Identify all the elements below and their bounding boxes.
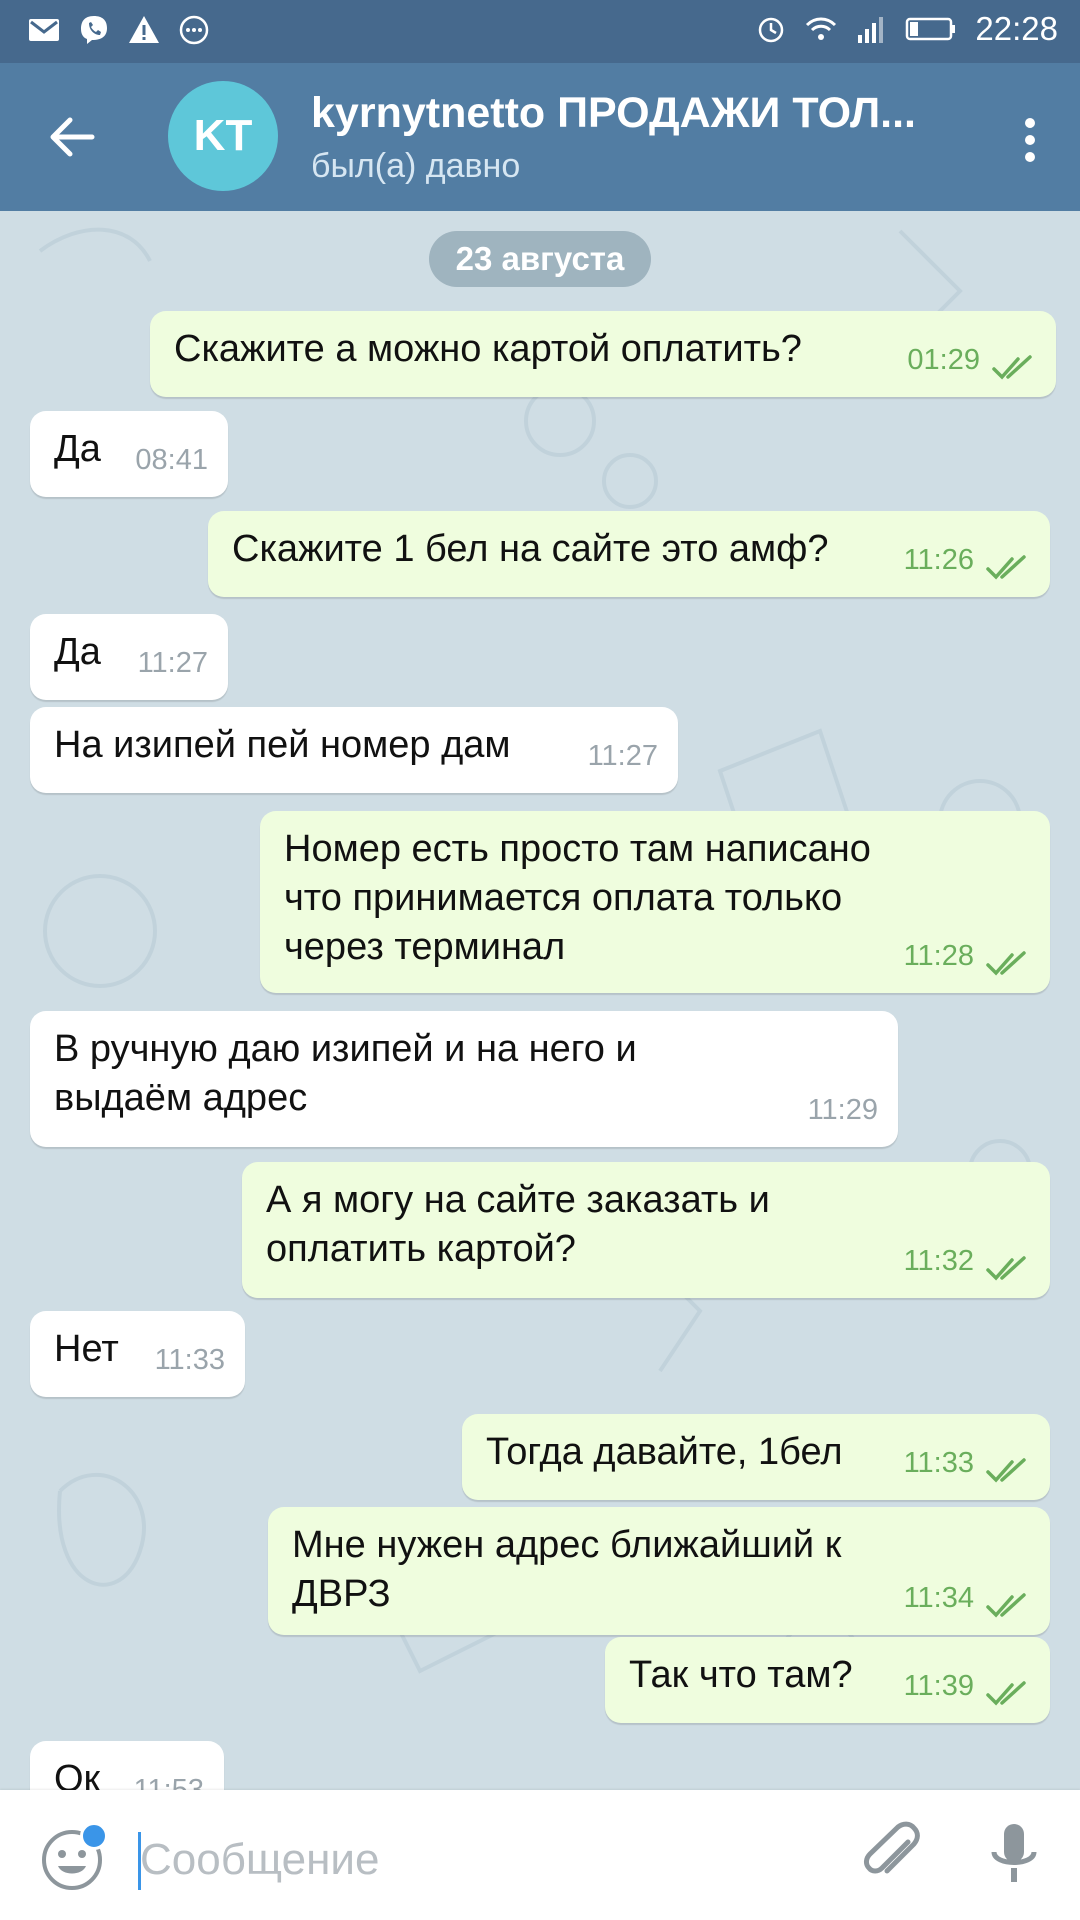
incoming-message[interactable]: На изипей пей номер дам 11:27: [30, 707, 678, 793]
incoming-message[interactable]: Да 08:41: [30, 411, 228, 497]
message-text: Номер есть просто там написано что прини…: [284, 828, 871, 968]
message-text: Ок: [54, 1758, 101, 1790]
message-time: 01:29: [907, 344, 980, 376]
message-text: В ручную даю изипей и на него и выдаём а…: [54, 1028, 637, 1119]
message-time: 11:33: [154, 1344, 225, 1376]
notification-icons: [28, 14, 210, 46]
message-time: 11:33: [903, 1447, 974, 1479]
outgoing-message[interactable]: Так что там? 11:39: [605, 1637, 1050, 1723]
read-check-icon: [986, 1681, 1026, 1706]
system-indicators: 22:28: [755, 10, 1058, 48]
message-text: Нет: [54, 1328, 119, 1370]
chat-title[interactable]: kyrnytnetto ПРОДАЖИ ТОЛ...: [311, 89, 951, 138]
message-list[interactable]: 23 августа Скажите а можно картой оплати…: [0, 211, 1080, 1790]
avatar[interactable]: KT: [168, 81, 278, 191]
chat-header: KT kyrnytnetto ПРОДАЖИ ТОЛ... был(а) дав…: [0, 63, 1080, 211]
last-seen-status: был(а) давно: [311, 147, 521, 185]
outgoing-message[interactable]: А я могу на сайте заказать и оплатить ка…: [242, 1162, 1050, 1298]
signal-icon: [858, 17, 884, 43]
incoming-message[interactable]: Да 11:27: [30, 614, 228, 700]
clock: 22:28: [975, 10, 1058, 47]
more-icon: [179, 15, 209, 45]
warning-icon: [129, 16, 159, 43]
message-text: На изипей пей номер дам: [54, 724, 511, 766]
outgoing-message[interactable]: Номер есть просто там написано что прини…: [260, 811, 1050, 993]
back-arrow-icon[interactable]: [44, 109, 100, 165]
read-check-icon: [986, 951, 1026, 976]
message-text: Мне нужен адрес ближайший к ДВРЗ: [292, 1524, 842, 1615]
message-time: 11:27: [137, 647, 208, 679]
message-text: Так что там?: [629, 1654, 853, 1696]
date-separator: 23 августа: [429, 231, 651, 287]
message-text: Да: [54, 631, 101, 673]
more-vertical-icon[interactable]: [1020, 115, 1040, 165]
message-text: А я могу на сайте заказать и оплатить ка…: [266, 1179, 770, 1270]
read-check-icon: [986, 1593, 1026, 1618]
battery-icon: [906, 17, 956, 41]
incoming-message[interactable]: Ок 11:53: [30, 1741, 224, 1790]
incoming-message[interactable]: В ручную даю изипей и на него и выдаём а…: [30, 1011, 898, 1147]
message-input[interactable]: Сообщение: [140, 1835, 379, 1885]
message-time: 08:41: [135, 444, 208, 476]
outgoing-message[interactable]: Тогда давайте, 1бел 11:33: [462, 1414, 1050, 1500]
wifi-icon: [806, 17, 837, 40]
message-time: 11:27: [587, 740, 658, 772]
message-time: 11:26: [903, 544, 974, 576]
message-time: 11:28: [903, 940, 974, 972]
message-text: Скажите а можно картой оплатить?: [174, 328, 802, 370]
incoming-message[interactable]: Нет 11:33: [30, 1311, 245, 1397]
message-text: Скажите 1 бел на сайте это амф?: [232, 528, 829, 570]
attach-icon[interactable]: [858, 1820, 928, 1890]
read-check-icon: [986, 555, 1026, 580]
message-composer: Сообщение: [0, 1790, 1080, 1920]
message-time: 11:34: [903, 1582, 974, 1614]
message-time: 11:29: [807, 1094, 878, 1126]
message-time: 11:53: [133, 1774, 204, 1790]
read-check-icon: [986, 1458, 1026, 1483]
message-time: 11:32: [903, 1245, 974, 1277]
alarm-icon: [759, 17, 784, 43]
notification-dot: [80, 1822, 108, 1850]
message-text: Да: [54, 428, 101, 470]
read-check-icon: [986, 1256, 1026, 1281]
outgoing-message[interactable]: Мне нужен адрес ближайший к ДВРЗ 11:34: [268, 1507, 1050, 1635]
gmail-icon: [29, 19, 59, 41]
read-check-icon: [992, 355, 1032, 380]
message-time: 11:39: [903, 1670, 974, 1702]
microphone-icon[interactable]: [984, 1820, 1044, 1890]
outgoing-message[interactable]: Скажите а можно картой оплатить? 01:29: [150, 311, 1056, 397]
status-bar: 22:28: [0, 0, 1080, 63]
outgoing-message[interactable]: Скажите 1 бел на сайте это амф? 11:26: [208, 511, 1050, 597]
viber-icon: [81, 16, 107, 44]
message-text: Тогда давайте, 1бел: [486, 1431, 843, 1473]
